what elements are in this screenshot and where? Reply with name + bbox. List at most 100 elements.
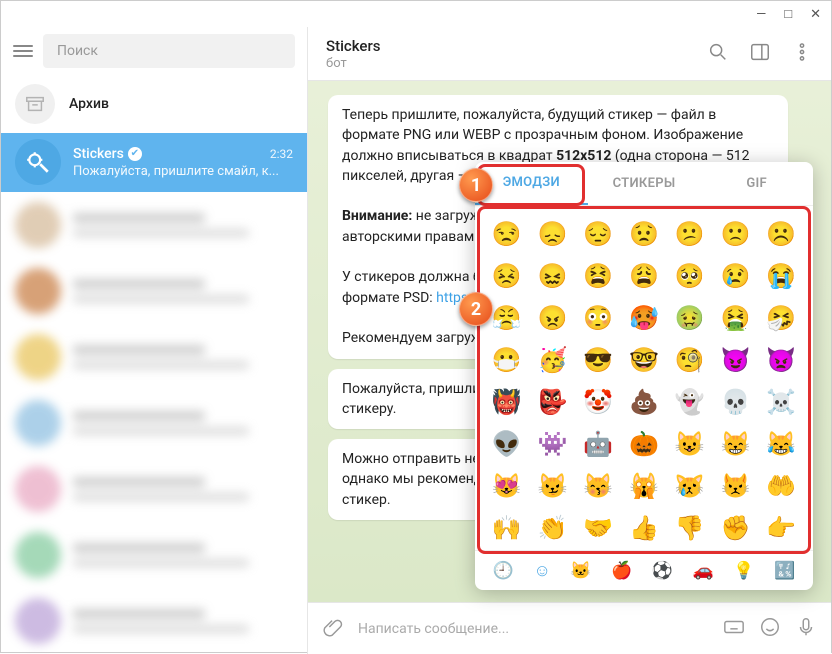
emoji-item[interactable]: 🙁 — [714, 214, 758, 254]
emoji-item[interactable]: 😖 — [531, 256, 575, 296]
emoji-item[interactable]: 👏 — [531, 508, 575, 548]
emoji-panel: ЭМОДЗИ СТИКЕРЫ GIF 😒😞😔😟😕🙁☹️😣😖😫😩🥺😢😭😤😠😳🥵🤢🤮… — [475, 162, 813, 590]
emoji-item[interactable]: 🥳 — [531, 340, 575, 380]
emoji-item[interactable]: 💩 — [622, 382, 666, 422]
cat-smileys-icon[interactable]: ☺ — [533, 561, 550, 581]
emoji-item[interactable]: 😔 — [576, 214, 620, 254]
emoji-item[interactable]: 🤝 — [576, 508, 620, 548]
compose-input[interactable]: Написать сообщение... — [358, 621, 709, 637]
window-minimize[interactable]: — — [756, 7, 766, 22]
emoji-item[interactable]: 😻 — [485, 466, 529, 506]
chat-time: 2:32 — [270, 147, 293, 161]
chat-item-blurred[interactable] — [1, 456, 307, 522]
emoji-item[interactable]: 🤲 — [759, 466, 803, 506]
compose-bar: Написать сообщение... — [308, 602, 831, 654]
emoji-item[interactable]: 🤢 — [668, 298, 712, 338]
emoji-item[interactable]: 👺 — [531, 382, 575, 422]
emoji-item[interactable]: 😞 — [531, 214, 575, 254]
chat-item-blurred[interactable] — [1, 192, 307, 258]
emoji-item[interactable]: 😩 — [622, 256, 666, 296]
emoji-item[interactable]: 😽 — [576, 466, 620, 506]
search-input[interactable]: Поиск — [43, 34, 295, 68]
cat-symbols-icon[interactable]: 🔣 — [774, 561, 795, 581]
emoji-item[interactable]: 🙌 — [485, 508, 529, 548]
emoji-item[interactable]: 😫 — [576, 256, 620, 296]
chat-item-stickers[interactable]: Stickers ✔ 2:32 Пожалуйста, пришлите смай… — [1, 133, 307, 192]
chat-name: Stickers — [73, 146, 124, 162]
chat-item-blurred[interactable] — [1, 522, 307, 588]
emoji-item[interactable]: 🤮 — [714, 298, 758, 338]
chat-title: Stickers — [326, 37, 707, 55]
chat-item-blurred[interactable] — [1, 390, 307, 456]
emoji-item[interactable]: 👹 — [485, 382, 529, 422]
window-maximize[interactable]: □ — [784, 6, 792, 22]
emoji-item[interactable]: 👎 — [668, 508, 712, 548]
emoji-item[interactable]: 😈 — [714, 340, 758, 380]
cat-food-icon[interactable]: 🍎 — [611, 561, 632, 581]
emoji-item[interactable]: 😭 — [759, 256, 803, 296]
cat-animals-icon[interactable]: 🐱 — [570, 561, 591, 581]
mic-icon[interactable] — [795, 616, 817, 642]
emoji-item[interactable]: 😺 — [668, 424, 712, 464]
emoji-item[interactable]: 👻 — [668, 382, 712, 422]
emoji-item[interactable]: 🤓 — [622, 340, 666, 380]
emoji-item[interactable]: 😕 — [668, 214, 712, 254]
emoji-item[interactable]: 👉 — [759, 508, 803, 548]
emoji-item[interactable]: 👍 — [622, 508, 666, 548]
emoji-item[interactable]: 😼 — [531, 466, 575, 506]
emoji-item[interactable]: 🤧 — [759, 298, 803, 338]
emoji-item[interactable]: 😟 — [622, 214, 666, 254]
emoji-item[interactable]: 😿 — [668, 466, 712, 506]
search-icon[interactable] — [707, 41, 729, 67]
sidepanel-icon[interactable] — [749, 41, 771, 67]
emoji-item[interactable]: 😎 — [576, 340, 620, 380]
emoji-grid: 😒😞😔😟😕🙁☹️😣😖😫😩🥺😢😭😤😠😳🥵🤢🤮🤧😷🥳😎🤓🧐😈👿👹👺🤡💩👻💀☠️👽👾🤖… — [475, 206, 813, 550]
emoji-item[interactable]: 🤖 — [576, 424, 620, 464]
chat-item-blurred[interactable] — [1, 324, 307, 390]
cat-objects-icon[interactable]: 💡 — [733, 561, 754, 581]
callout-1: 1 — [459, 168, 493, 202]
emoji-item[interactable]: 🥺 — [668, 256, 712, 296]
chat-header: Stickers бот — [308, 27, 831, 81]
emoji-item[interactable]: 🙀 — [622, 466, 666, 506]
chat-item-blurred[interactable] — [1, 258, 307, 324]
emoji-item[interactable]: 👿 — [759, 340, 803, 380]
emoji-item[interactable]: 😾 — [714, 466, 758, 506]
emoji-item[interactable]: 😳 — [576, 298, 620, 338]
emoji-item[interactable]: 🎃 — [622, 424, 666, 464]
emoji-item[interactable]: ☠️ — [759, 382, 803, 422]
emoji-item[interactable]: 👽 — [485, 424, 529, 464]
tab-gif[interactable]: GIF — [700, 162, 813, 205]
attach-icon[interactable] — [322, 616, 344, 642]
cat-recent-icon[interactable]: 🕘 — [493, 561, 514, 581]
emoji-item[interactable]: 🤡 — [576, 382, 620, 422]
emoji-item[interactable]: 😢 — [714, 256, 758, 296]
emoji-item[interactable]: 😒 — [485, 214, 529, 254]
archive-icon — [15, 84, 55, 124]
verified-icon: ✔ — [128, 147, 142, 161]
emoji-item[interactable]: 😹 — [759, 424, 803, 464]
emoji-icon[interactable] — [759, 616, 781, 642]
cat-activity-icon[interactable]: ⚽ — [652, 561, 673, 581]
emoji-item[interactable]: 🥵 — [622, 298, 666, 338]
callout-2: 2 — [459, 292, 493, 326]
chat-item-blurred[interactable] — [1, 588, 307, 654]
emoji-item[interactable]: 😸 — [714, 424, 758, 464]
menu-icon[interactable] — [13, 45, 33, 57]
archive-item[interactable]: Архив — [1, 75, 307, 132]
tab-stickers[interactable]: СТИКЕРЫ — [588, 162, 701, 205]
emoji-item[interactable]: 😷 — [485, 340, 529, 380]
emoji-item[interactable]: 💀 — [714, 382, 758, 422]
window-close[interactable]: ✕ — [810, 7, 821, 22]
emoji-item[interactable]: 😠 — [531, 298, 575, 338]
cat-travel-icon[interactable]: 🚗 — [693, 561, 714, 581]
emoji-item[interactable]: ☹️ — [759, 214, 803, 254]
emoji-item[interactable]: 👾 — [531, 424, 575, 464]
keyboard-icon[interactable] — [723, 616, 745, 642]
emoji-item[interactable]: ✊ — [714, 508, 758, 548]
sidebar: Поиск Архив Stickers ✔ 2:32 Пожалуйста, п… — [1, 27, 308, 654]
chat-preview: Пожалуйста, пришлите смайл, к... — [73, 164, 293, 179]
more-icon[interactable] — [791, 41, 813, 67]
emoji-item[interactable]: 🧐 — [668, 340, 712, 380]
emoji-item[interactable]: 😣 — [485, 256, 529, 296]
